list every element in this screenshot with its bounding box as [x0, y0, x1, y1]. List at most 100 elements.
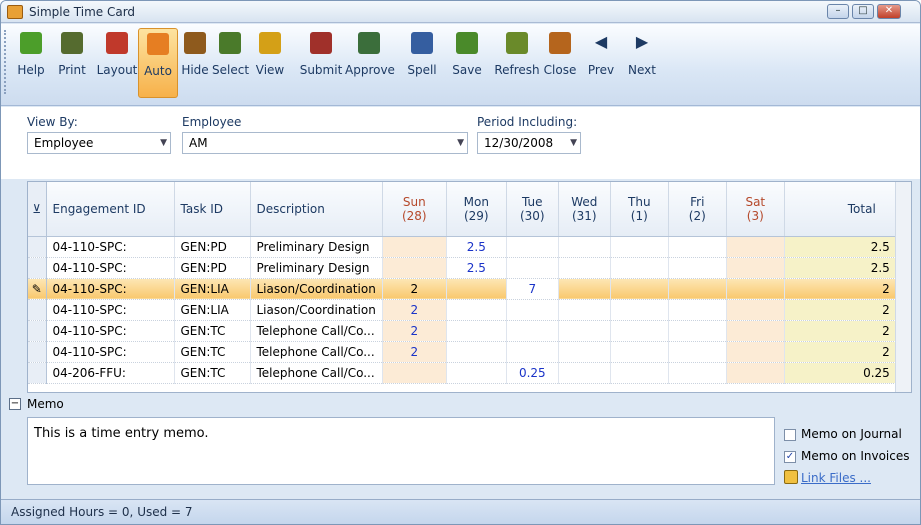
cell-thu[interactable] [610, 278, 669, 300]
cell-sun[interactable]: 2 [382, 320, 447, 342]
cell-thu[interactable] [610, 236, 669, 258]
row-selector[interactable] [28, 299, 47, 321]
cell-total[interactable]: 2.5 [784, 236, 897, 258]
grid-scrollbar[interactable] [895, 182, 911, 392]
cell-sat[interactable] [726, 299, 785, 321]
column-header-thu[interactable]: Thu (1) [610, 182, 669, 237]
cell-mon[interactable] [446, 362, 507, 384]
cell-thu[interactable] [610, 320, 669, 342]
toolbar-help-button[interactable]: Help [11, 28, 51, 98]
toolbar-hide-button[interactable]: Hide [179, 28, 211, 98]
cell-sat[interactable] [726, 278, 785, 300]
collapse-memo-icon[interactable]: − [9, 398, 21, 410]
edit-pencil-icon[interactable]: ✎ [28, 278, 47, 300]
cell-fri[interactable] [668, 257, 727, 279]
cell-desc[interactable]: Telephone Call/Co... [250, 320, 383, 342]
cell-sun[interactable]: 2 [382, 341, 447, 363]
table-row[interactable]: 04-110-SPC: GEN:LIA Liason/Coordination 2 2 [28, 299, 897, 321]
column-header-wed[interactable]: Wed (31) [558, 182, 611, 237]
link-files-link[interactable]: Link Files ... [801, 471, 871, 485]
toolbar-submit-button[interactable]: Submit [299, 28, 343, 98]
cell-tue[interactable] [506, 236, 559, 258]
cell-total[interactable]: 0.25 [784, 362, 897, 384]
view-by-combo[interactable]: Employee ▼ [27, 132, 171, 154]
cell-sun[interactable]: 2 [382, 278, 447, 300]
cell-desc[interactable]: Liason/Coordination [250, 299, 383, 321]
toolbar-view-button[interactable]: View [249, 28, 291, 98]
column-header-tue[interactable]: Tue (30) [506, 182, 559, 237]
cell-sun[interactable] [382, 257, 447, 279]
toolbar-layout-button[interactable]: Layout [95, 28, 139, 98]
cell-wed[interactable] [558, 236, 611, 258]
table-row[interactable]: 04-110-SPC: GEN:TC Telephone Call/Co... 2 2 [28, 341, 897, 363]
employee-combo[interactable]: AM ▼ [182, 132, 468, 154]
cell-sun[interactable]: 2 [382, 299, 447, 321]
table-row[interactable]: 04-206-FFU: GEN:TC Telephone Call/Co... 0.2… [28, 362, 897, 384]
cell-sat[interactable] [726, 320, 785, 342]
cell-desc[interactable]: Telephone Call/Co... [250, 362, 383, 384]
cell-total[interactable]: 2 [784, 278, 897, 300]
cell-wed[interactable] [558, 362, 611, 384]
toolbar-next-button[interactable]: ▶ Next [622, 28, 662, 98]
column-header-task[interactable]: Task ID [174, 182, 251, 237]
cell-mon[interactable]: 2.5 [446, 257, 507, 279]
row-selector[interactable] [28, 341, 47, 363]
table-row[interactable]: ✎ 04-110-SPC: GEN:LIA Liason/Coordination 2 7… [28, 278, 897, 300]
cell-fri[interactable] [668, 299, 727, 321]
cell-tue[interactable]: 7 [506, 278, 559, 300]
cell-sun[interactable] [382, 236, 447, 258]
cell-eng[interactable]: 04-110-SPC: [46, 299, 175, 321]
cell-fri[interactable] [668, 362, 727, 384]
cell-sat[interactable] [726, 236, 785, 258]
memo-textarea[interactable]: This is a time entry memo. [27, 417, 775, 485]
table-row[interactable]: 04-110-SPC: GEN:TC Telephone Call/Co... 2 2 [28, 320, 897, 342]
toolbar-approve-button[interactable]: Approve [345, 28, 395, 98]
column-header-eng[interactable]: Engagement ID [46, 182, 175, 237]
cell-wed[interactable] [558, 278, 611, 300]
close-window-button[interactable]: ✕ [877, 4, 901, 19]
cell-sat[interactable] [726, 341, 785, 363]
minimize-button[interactable]: – [827, 4, 849, 19]
table-row[interactable]: 04-110-SPC: GEN:PD Preliminary Design 2.5 2.… [28, 236, 897, 258]
cell-total[interactable]: 2 [784, 341, 897, 363]
cell-wed[interactable] [558, 299, 611, 321]
column-header-fri[interactable]: Fri (2) [668, 182, 727, 237]
row-selector[interactable] [28, 257, 47, 279]
cell-task[interactable]: GEN:LIA [174, 299, 251, 321]
cell-thu[interactable] [610, 341, 669, 363]
cell-mon[interactable] [446, 278, 507, 300]
cell-task[interactable]: GEN:PD [174, 257, 251, 279]
toolbar-select-button[interactable]: Select [212, 28, 249, 98]
cell-desc[interactable]: Preliminary Design [250, 236, 383, 258]
filter-icon[interactable]: ⊻ [28, 182, 47, 237]
cell-task[interactable]: GEN:TC [174, 341, 251, 363]
maximize-button[interactable]: □ [852, 4, 874, 19]
cell-mon[interactable] [446, 341, 507, 363]
cell-tue[interactable] [506, 320, 559, 342]
cell-task[interactable]: GEN:LIA [174, 278, 251, 300]
row-selector[interactable] [28, 320, 47, 342]
cell-desc[interactable]: Preliminary Design [250, 257, 383, 279]
cell-eng[interactable]: 04-110-SPC: [46, 257, 175, 279]
memo-on-journal-checkbox[interactable] [784, 429, 796, 441]
cell-thu[interactable] [610, 299, 669, 321]
column-header-sat[interactable]: Sat (3) [726, 182, 785, 237]
toolbar-close-button[interactable]: Close [540, 28, 580, 98]
cell-tue[interactable] [506, 299, 559, 321]
cell-eng[interactable]: 04-110-SPC: [46, 320, 175, 342]
cell-wed[interactable] [558, 341, 611, 363]
toolbar-refresh-button[interactable]: Refresh [494, 28, 540, 98]
cell-total[interactable]: 2 [784, 299, 897, 321]
toolbar-prev-button[interactable]: ◀ Prev [581, 28, 621, 98]
cell-tue[interactable]: 0.25 [506, 362, 559, 384]
column-header-desc[interactable]: Description [250, 182, 383, 237]
row-selector[interactable] [28, 236, 47, 258]
cell-thu[interactable] [610, 257, 669, 279]
cell-total[interactable]: 2 [784, 320, 897, 342]
cell-thu[interactable] [610, 362, 669, 384]
period-combo[interactable]: 12/30/2008 ▼ [477, 132, 581, 154]
toolbar-save-button[interactable]: Save [447, 28, 487, 98]
cell-eng[interactable]: 04-206-FFU: [46, 362, 175, 384]
cell-mon[interactable] [446, 320, 507, 342]
cell-wed[interactable] [558, 320, 611, 342]
